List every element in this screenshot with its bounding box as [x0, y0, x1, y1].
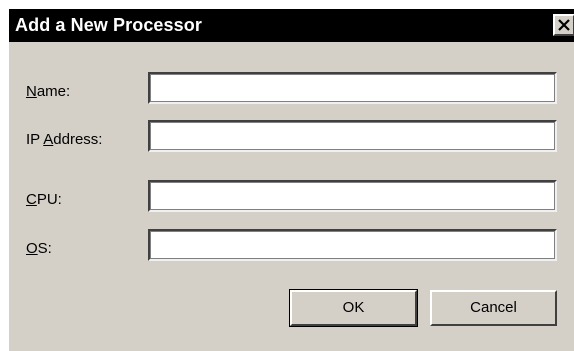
cpu-label: CPU: [26, 191, 62, 208]
ok-button[interactable]: OK [289, 289, 418, 327]
close-x-icon [558, 19, 570, 31]
dialog-title: Add a New Processor [15, 15, 202, 35]
os-label-rest: S: [37, 240, 52, 257]
add-processor-dialog: Add a New Processor Name: IP Address: CP… [8, 8, 574, 351]
name-label-mnemonic: N [26, 83, 37, 100]
cpu-label-rest: PU: [36, 191, 62, 208]
os-input[interactable] [148, 229, 557, 261]
ip-address-label: IP Address: [26, 131, 102, 148]
ip-address-label-mnemonic: A [43, 131, 54, 148]
name-label: Name: [26, 83, 70, 100]
ip-address-label-prefix: IP [26, 131, 44, 148]
ip-address-label-rest: ddress: [53, 131, 103, 148]
close-button[interactable] [553, 14, 574, 36]
name-label-rest: ame: [36, 83, 71, 100]
name-input[interactable] [148, 72, 557, 104]
os-label: OS: [26, 240, 52, 257]
ip-address-input[interactable] [148, 120, 557, 152]
os-label-mnemonic: O [26, 240, 38, 257]
cancel-button[interactable]: Cancel [430, 290, 557, 326]
cpu-label-mnemonic: C [26, 191, 37, 208]
title-bar[interactable]: Add a New Processor [9, 9, 574, 42]
cpu-input[interactable] [148, 180, 557, 212]
